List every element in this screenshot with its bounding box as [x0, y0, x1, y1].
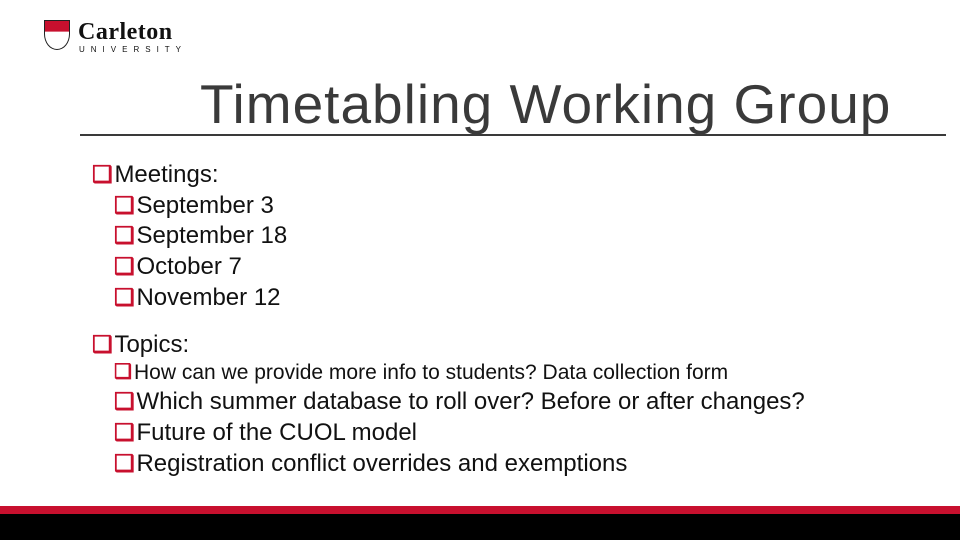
section-meetings: ❑ Meetings: ❑ September 3 ❑ September 18…: [92, 160, 920, 314]
bullet-icon: ❑: [114, 221, 134, 250]
title-rule: [80, 134, 946, 136]
item-text: How can we provide more info to students…: [134, 360, 728, 387]
list-item: ❑ Future of the CUOL model: [114, 418, 920, 449]
list-item: ❑ How can we provide more info to studen…: [114, 360, 920, 387]
bullet-icon: ❑: [114, 418, 134, 447]
section-heading: ❑ Topics:: [92, 330, 920, 361]
brand-wordmark: Carleton UNIVERSITY: [78, 20, 187, 54]
bullet-icon: ❑: [92, 330, 112, 359]
heading-text: Meetings:: [114, 160, 218, 191]
brand-logo: Carleton UNIVERSITY: [44, 20, 187, 54]
item-text: November 12: [136, 283, 280, 314]
list-item: ❑ September 3: [114, 191, 920, 222]
section-heading: ❑ Meetings:: [92, 160, 920, 191]
bullet-icon: ❑: [92, 160, 112, 189]
bullet-icon: ❑: [114, 449, 134, 478]
item-text: Registration conflict overrides and exem…: [136, 449, 627, 480]
brand-subline: UNIVERSITY: [78, 46, 187, 54]
bullet-icon: ❑: [114, 360, 132, 386]
list-item: ❑ Registration conflict overrides and ex…: [114, 449, 920, 480]
content-area: ❑ Meetings: ❑ September 3 ❑ September 18…: [92, 160, 920, 495]
footer-accent-bar: [0, 506, 960, 514]
bullet-icon: ❑: [114, 387, 134, 416]
footer-bar: [0, 514, 960, 540]
list-item: ❑ September 18: [114, 221, 920, 252]
bullet-icon: ❑: [114, 191, 134, 220]
item-text: September 18: [136, 221, 287, 252]
heading-text: Topics:: [114, 330, 189, 361]
list-item: ❑ Which summer database to roll over? Be…: [114, 387, 920, 418]
item-text: October 7: [136, 252, 241, 283]
bullet-icon: ❑: [114, 283, 134, 312]
list-item: ❑ October 7: [114, 252, 920, 283]
slide: Carleton UNIVERSITY Timetabling Working …: [0, 0, 960, 540]
section-topics: ❑ Topics: ❑ How can we provide more info…: [92, 330, 920, 480]
item-text: Future of the CUOL model: [136, 418, 417, 449]
brand-name: Carleton: [78, 20, 187, 44]
bullet-icon: ❑: [114, 252, 134, 281]
item-text: September 3: [136, 191, 273, 222]
list-item: ❑ November 12: [114, 283, 920, 314]
shield-icon: [44, 20, 70, 50]
item-text: Which summer database to roll over? Befo…: [136, 387, 804, 418]
page-title: Timetabling Working Group: [200, 72, 952, 136]
